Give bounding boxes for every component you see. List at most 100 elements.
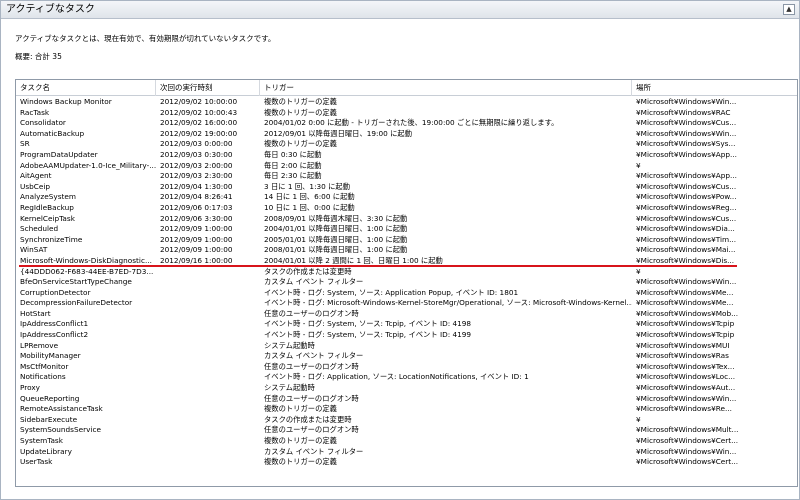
location-cell: ¥ xyxy=(636,266,641,276)
table-row[interactable]: Windows Backup Monitor 2012/09/02 10:00:0… xyxy=(16,97,797,108)
trigger-cell: イベント時 - ログ: System, ソース: Tcpip, イベント ID:… xyxy=(264,319,472,329)
next-run-cell: 2012/09/03 0:30:00 xyxy=(160,149,233,159)
trigger-cell: 毎日 0:30 に起動 xyxy=(264,149,322,159)
task-name-cell: SR xyxy=(20,139,30,149)
trigger-cell: 複数のトリガーの定義 xyxy=(264,97,337,106)
table-row[interactable]: Proxy システム起動時 ¥Microsoft¥Windows¥Aut... xyxy=(16,383,797,394)
task-name-cell: SidebarExecute xyxy=(20,414,78,424)
location-cell: ¥Microsoft¥Windows¥Sys... xyxy=(636,139,736,149)
table-row[interactable]: QueueReporting 任意のユーザーのログオン時 ¥Microsoft¥Wi… xyxy=(16,394,797,405)
location-cell: ¥Microsoft¥Windows¥Me... xyxy=(636,287,734,297)
task-name-cell: WinSAT xyxy=(20,245,48,255)
task-list[interactable]: タスク名 次回の実行時刻 トリガー 場所 Windows Backup Moni… xyxy=(15,79,798,487)
task-name-cell: Notifications xyxy=(20,372,66,382)
highlight-underline xyxy=(19,265,737,267)
location-cell: ¥Microsoft¥Windows¥Cert... xyxy=(636,436,739,445)
table-row[interactable]: Consolidator 2012/09/02 16:00:00 2004/01/0… xyxy=(16,118,797,129)
table-row[interactable]: ProgramDataUpdater 2012/09/03 0:30:00 毎日 0… xyxy=(16,150,797,161)
task-name-cell: IpAddressConflict2 xyxy=(20,330,89,340)
location-cell: ¥Microsoft¥Windows¥Tcpip xyxy=(636,319,735,329)
trigger-cell: システム起動時 xyxy=(264,340,315,350)
table-row[interactable]: AnalyzeSystem 2012/09/04 8:26:41 14 日に 1 回… xyxy=(16,192,797,203)
next-run-cell: 2012/09/09 1:00:00 xyxy=(160,224,233,234)
location-cell: ¥Microsoft¥Windows¥Re... xyxy=(636,404,732,414)
table-row[interactable]: UsbCeip 2012/09/04 1:30:00 3 日に 1 回、1:30 に… xyxy=(16,182,797,193)
location-cell: ¥Microsoft¥Windows¥MUI xyxy=(636,340,730,350)
location-cell: ¥Microsoft¥Windows¥Win... xyxy=(636,277,737,287)
table-row[interactable]: SystemTask 複数のトリガーの定義 ¥Microsoft¥Windows¥C… xyxy=(16,436,797,447)
panel-titlebar[interactable]: アクティブなタスク ▲ xyxy=(1,1,799,19)
task-name-cell: AdobeAAMUpdater-1.0-Ice_Military-... xyxy=(20,160,156,170)
table-row[interactable]: CorruptionDetector イベント時 - ログ: System, ソー… xyxy=(16,288,797,299)
panel-title: アクティブなタスク xyxy=(6,4,95,15)
task-name-cell: Windows Backup Monitor xyxy=(20,97,112,106)
table-row[interactable]: IpAddressConflict1 イベント時 - ログ: System, ソー… xyxy=(16,319,797,330)
trigger-cell: 毎日 2:00 に起動 xyxy=(264,160,322,170)
task-name-cell: SystemTask xyxy=(20,436,63,445)
column-header-task-name[interactable]: タスク名 xyxy=(16,80,156,96)
location-cell: ¥Microsoft¥Windows¥Cus... xyxy=(636,213,737,223)
table-row[interactable]: DecompressionFailureDetector イベント時 - ログ: … xyxy=(16,298,797,309)
table-row[interactable]: {44DDD062-F683-44EE-B7ED-7D3... タスクの作成または… xyxy=(16,267,797,278)
column-header-location[interactable]: 場所 xyxy=(632,80,749,96)
trigger-cell: イベント時 - ログ: Microsoft-Windows-Kernel-Sto… xyxy=(264,298,632,308)
task-name-cell: {44DDD062-F683-44EE-B7ED-7D3... xyxy=(20,266,154,276)
table-row[interactable]: HotStart 任意のユーザーのログオン時 ¥Microsoft¥Windows¥… xyxy=(16,309,797,320)
table-row[interactable]: RacTask 2012/09/02 10:00:43 複数のトリガーの定義 ¥Mic… xyxy=(16,108,797,119)
location-cell: ¥Microsoft¥Windows¥Win... xyxy=(636,446,737,456)
table-row[interactable]: WinSAT 2012/09/09 1:00:00 2008/01/01 以降毎週日… xyxy=(16,245,797,256)
location-cell: ¥Microsoft¥Windows¥Mai... xyxy=(636,245,736,255)
next-run-cell: 2012/09/02 10:00:00 xyxy=(160,97,238,106)
location-cell: ¥Microsoft¥Windows¥Aut... xyxy=(636,383,736,393)
trigger-cell: 任意のユーザーのログオン時 xyxy=(264,425,359,435)
table-row[interactable]: KernelCeipTask 2012/09/06 3:30:00 2008/09/… xyxy=(16,214,797,225)
trigger-cell: タスクの作成または変更時 xyxy=(264,414,352,424)
location-cell: ¥Microsoft¥Windows¥Win... xyxy=(636,393,737,403)
next-run-cell: 2012/09/02 10:00:43 xyxy=(160,107,238,117)
location-cell: ¥Microsoft¥Windows¥RAC xyxy=(636,107,731,117)
table-row[interactable]: BfeOnServiceStartTypeChange カスタム イベント フィル… xyxy=(16,277,797,288)
table-row[interactable]: Notifications イベント時 - ログ: Application, ソー… xyxy=(16,372,797,383)
trigger-cell: 2012/09/01 以降毎週日曜日、19:00 に起動 xyxy=(264,128,412,138)
table-row[interactable]: RemoteAssistanceTask 複数のトリガーの定義 ¥Microsoft… xyxy=(16,404,797,415)
table-row[interactable]: SR 2012/09/03 0:00:00 複数のトリガーの定義 ¥Microsoft… xyxy=(16,139,797,150)
table-row[interactable]: Scheduled 2012/09/09 1:00:00 2004/01/01 以降… xyxy=(16,224,797,235)
task-name-cell: KernelCeipTask xyxy=(20,213,75,223)
table-row[interactable]: RegIdleBackup 2012/09/06 0:17:03 10 日に 1 回… xyxy=(16,203,797,214)
table-row[interactable]: MobilityManager カスタム イベント フィルター ¥Microsoft… xyxy=(16,351,797,362)
table-row[interactable]: UserTask 複数のトリガーの定義 ¥Microsoft¥Windows¥Cer… xyxy=(16,457,797,468)
trigger-cell: イベント時 - ログ: System, ソース: Tcpip, イベント ID:… xyxy=(264,330,472,340)
task-name-cell: HotStart xyxy=(20,308,51,318)
task-name-cell: AutomaticBackup xyxy=(20,128,85,138)
next-run-cell: 2012/09/03 0:00:00 xyxy=(160,139,233,149)
task-name-cell: RacTask xyxy=(20,107,50,117)
next-run-cell: 2012/09/03 2:30:00 xyxy=(160,171,233,181)
table-row[interactable]: AitAgent 2012/09/03 2:30:00 毎日 2:30 に起動 ¥Mi… xyxy=(16,171,797,182)
collapse-icon[interactable]: ▲ xyxy=(783,4,795,15)
table-row[interactable]: AdobeAAMUpdater-1.0-Ice_Military-... 2012… xyxy=(16,161,797,172)
table-row[interactable]: UpdateLibrary カスタム イベント フィルター ¥Microsoft¥W… xyxy=(16,447,797,458)
trigger-cell: 2008/01/01 以降毎週日曜日、1:00 に起動 xyxy=(264,245,408,255)
table-row[interactable]: MsCtfMonitor 任意のユーザーのログオン時 ¥Microsoft¥Wind… xyxy=(16,362,797,373)
column-header-trigger[interactable]: トリガー xyxy=(260,80,632,96)
trigger-cell: イベント時 - ログ: System, ソース: Application Pop… xyxy=(264,287,519,297)
task-rows: Windows Backup Monitor 2012/09/02 10:00:0… xyxy=(16,97,797,468)
task-name-cell: SystemSoundsService xyxy=(20,425,101,435)
table-row[interactable]: SidebarExecute タスクの作成または変更時 ¥ xyxy=(16,415,797,426)
table-row[interactable]: LPRemove システム起動時 ¥Microsoft¥Windows¥MUI xyxy=(16,341,797,352)
table-row[interactable]: SynchronizeTime 2012/09/09 1:00:00 2005/01… xyxy=(16,235,797,246)
location-cell: ¥Microsoft¥Windows¥App... xyxy=(636,149,737,159)
table-row[interactable]: IpAddressConflict2 イベント時 - ログ: System, ソー… xyxy=(16,330,797,341)
column-header-next-run[interactable]: 次回の実行時刻 xyxy=(156,80,260,96)
location-cell: ¥Microsoft¥Windows¥Tex... xyxy=(636,361,735,371)
trigger-cell: 複数のトリガーの定義 xyxy=(264,107,337,117)
trigger-cell: システム起動時 xyxy=(264,383,315,393)
next-run-cell: 2012/09/06 0:17:03 xyxy=(160,202,233,212)
location-cell: ¥Microsoft¥Windows¥Cert... xyxy=(636,457,739,467)
location-cell: ¥Microsoft¥Windows¥Loc... xyxy=(636,372,736,382)
table-row[interactable]: SystemSoundsService 任意のユーザーのログオン時 ¥Microso… xyxy=(16,425,797,436)
next-run-cell: 2012/09/09 1:00:00 xyxy=(160,234,233,244)
trigger-cell: 任意のユーザーのログオン時 xyxy=(264,393,359,403)
trigger-cell: 2008/09/01 以降毎週木曜日、3:30 に起動 xyxy=(264,213,408,223)
table-row[interactable]: AutomaticBackup 2012/09/02 19:00:00 2012/0… xyxy=(16,129,797,140)
